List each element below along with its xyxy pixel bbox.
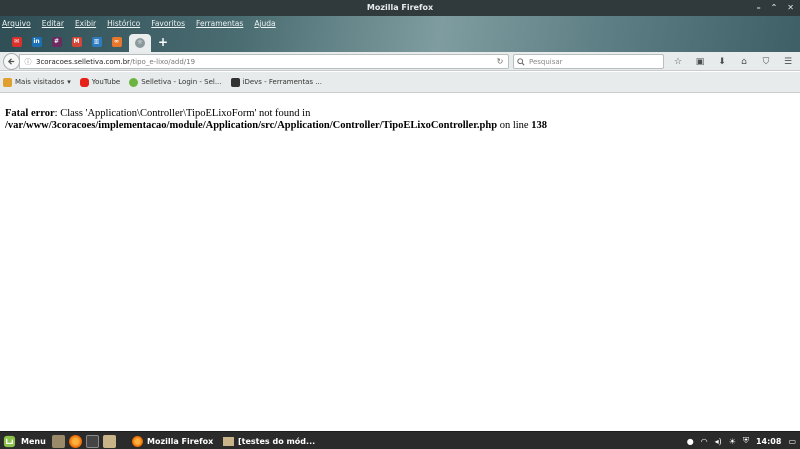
red-mail-icon: ✉: [11, 37, 22, 47]
terminal-icon[interactable]: [86, 434, 99, 448]
menu-historico[interactable]: Histórico: [107, 16, 140, 31]
reload-icon[interactable]: ↻: [492, 57, 508, 66]
tab-active[interactable]: ☼: [129, 33, 151, 53]
php-fatal-error: Fatal error: Class 'Application\Controll…: [5, 108, 795, 132]
bookmark-selletiva[interactable]: Selletiva - Login - Sel...: [129, 77, 222, 87]
search-bar[interactable]: [513, 54, 664, 69]
window-titlebar: Mozilla Firefox – ⌃ ✕: [0, 0, 800, 16]
pinned-tab-mail[interactable]: ✉: [9, 35, 24, 50]
folder-icon: [3, 77, 12, 87]
task-label: Mozilla Firefox: [147, 436, 214, 446]
tab-strip: ✉ in # M ▥ ∞ ☼ +: [9, 32, 168, 53]
bookmark-label: iDevs - Ferramentas ...: [242, 78, 322, 86]
clipboard-icon[interactable]: ▣: [692, 54, 708, 70]
bookmarks-bar: Mais visitados ▾ YouTube Selletiva - Log…: [0, 72, 800, 93]
search-input[interactable]: [529, 57, 659, 66]
error-prefix: Fatal error: [5, 108, 55, 119]
pinned-tab-linkedin[interactable]: in: [29, 35, 44, 50]
error-path: /var/www/3coracoes/implementacao/module/…: [5, 120, 498, 131]
youtube-icon: [79, 77, 89, 87]
pocket-icon[interactable]: ⛉: [758, 54, 774, 70]
error-line-number: 138: [531, 120, 547, 131]
bookmark-mais-visitados[interactable]: Mais visitados ▾: [3, 77, 71, 87]
pinned-tab-link[interactable]: ∞: [109, 35, 124, 50]
window-controls: – ⌃ ✕: [757, 0, 794, 16]
firefox-icon[interactable]: [69, 434, 82, 448]
bookmark-label: Selletiva - Login - Sel...: [141, 78, 222, 86]
wifi-icon[interactable]: ◠: [701, 437, 708, 446]
download-icon[interactable]: ⬇: [714, 54, 730, 70]
pinned-tab-gmail[interactable]: M: [69, 35, 84, 50]
maximize-icon[interactable]: ⌃: [771, 0, 778, 16]
window-title: Mozilla Firefox: [366, 3, 434, 12]
bookmark-idevs[interactable]: iDevs - Ferramentas ...: [230, 77, 322, 87]
toolbar-buttons: ☆ ▣ ⬇ ⌂ ⛉ ☰: [670, 52, 796, 71]
clock[interactable]: 14:08: [756, 437, 781, 446]
home-icon[interactable]: ⌂: [736, 54, 752, 70]
bookmark-star-icon[interactable]: ☆: [670, 54, 686, 70]
task-firefox[interactable]: Mozilla Firefox: [128, 433, 217, 449]
shield-icon[interactable]: ⛨: [743, 436, 749, 446]
slack-icon: #: [51, 37, 62, 47]
url-path: /tipo_e-lixo/add/19: [130, 57, 196, 66]
task-folder[interactable]: [testes do mód...: [219, 433, 319, 449]
nav-toolbar: ⓘ 3coracoes.selletiva.com.br/tipo_e-lixo…: [0, 52, 800, 71]
hamburger-menu-icon[interactable]: ☰: [780, 54, 796, 70]
menu-arquivo[interactable]: Arquivo: [2, 16, 31, 31]
menu-editar[interactable]: Editar: [42, 16, 64, 31]
info-icon[interactable]: ⓘ: [20, 57, 36, 67]
menu-ajuda[interactable]: Ajuda: [254, 16, 275, 31]
mint-logo-icon: [3, 435, 16, 447]
show-desktop-icon[interactable]: [52, 434, 65, 448]
firefox-icon: [132, 435, 143, 447]
selletiva-icon: [129, 77, 139, 87]
notification-icon[interactable]: ▭: [788, 437, 796, 446]
url-bar[interactable]: ⓘ 3coracoes.selletiva.com.br/tipo_e-lixo…: [19, 54, 509, 69]
folder-icon: [223, 436, 234, 446]
back-button[interactable]: [3, 53, 20, 70]
minimize-icon[interactable]: –: [757, 0, 761, 16]
gmail-icon: M: [71, 37, 82, 47]
back-arrow-icon: [7, 58, 15, 65]
files-icon[interactable]: [103, 434, 116, 448]
menu-exibir[interactable]: Exibir: [75, 16, 96, 31]
chevron-down-icon: ▾: [67, 78, 71, 86]
bookmark-label: YouTube: [91, 78, 121, 86]
menu-label: Menu: [21, 436, 46, 446]
active-tab-favicon: ☼: [135, 38, 145, 48]
user-icon[interactable]: ●: [687, 437, 694, 446]
menu-ferramentas[interactable]: Ferramentas: [196, 16, 243, 31]
menubar: Arquivo Editar Exibir Histórico Favorito…: [2, 16, 276, 31]
pinned-tab-trello[interactable]: ▥: [89, 35, 104, 50]
page-content: Fatal error: Class 'Application\Controll…: [0, 94, 800, 431]
volume-icon[interactable]: ◂): [715, 437, 722, 446]
linkedin-icon: in: [31, 37, 42, 47]
bookmark-youtube[interactable]: YouTube: [79, 77, 121, 87]
task-label: [testes do mód...: [238, 436, 316, 446]
brightness-icon[interactable]: ☀: [729, 437, 736, 446]
bookmark-label: Mais visitados: [15, 78, 65, 86]
trello-icon: ▥: [91, 37, 102, 47]
taskbar: Menu Mozilla Firefox [testes do mód... ●…: [0, 431, 800, 449]
error-line-prefix: on line: [497, 120, 532, 131]
url-text[interactable]: 3coracoes.selletiva.com.br/tipo_e-lixo/a…: [36, 58, 492, 66]
quick-launch: [52, 433, 116, 449]
idevs-icon: [230, 77, 240, 87]
pinned-tab-slack[interactable]: #: [49, 35, 64, 50]
system-tray: ● ◠ ◂) ☀ ⛨ 14:08 ▭: [687, 433, 796, 449]
browser-chrome: Arquivo Editar Exibir Histórico Favorito…: [0, 16, 800, 53]
menu-favoritos[interactable]: Favoritos: [151, 16, 185, 31]
new-tab-button[interactable]: +: [158, 35, 168, 50]
search-icon: [517, 57, 525, 66]
error-message: : Class 'Application\Controller\TipoELix…: [54, 108, 311, 119]
start-menu-button[interactable]: Menu: [3, 433, 46, 449]
url-domain: 3coracoes.selletiva.com.br: [36, 57, 131, 66]
link-orange-icon: ∞: [111, 37, 122, 47]
close-icon[interactable]: ✕: [787, 0, 794, 16]
